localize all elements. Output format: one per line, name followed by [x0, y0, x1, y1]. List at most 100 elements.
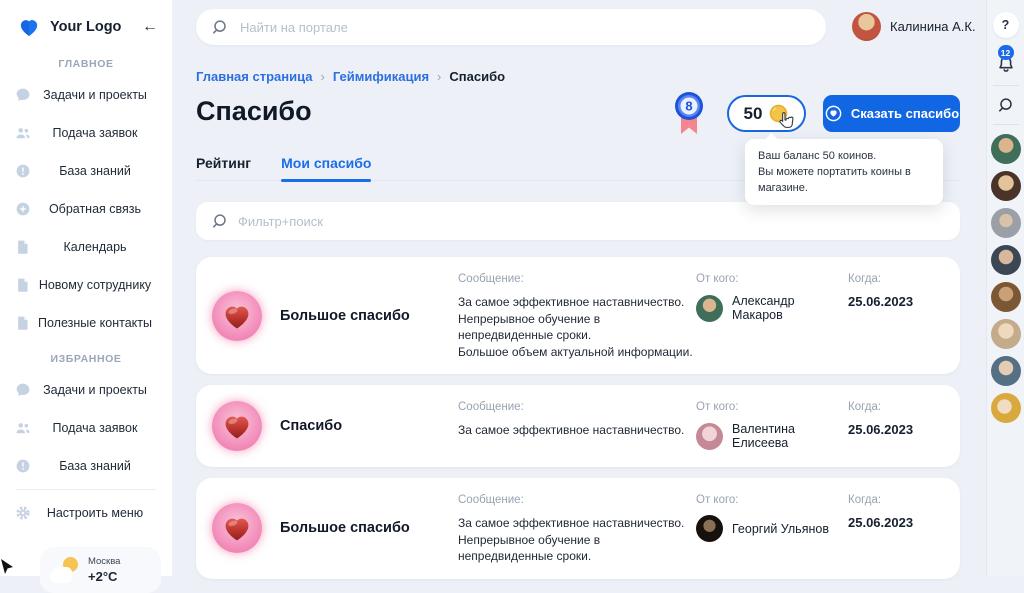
nav-main: Задачи и проекты Подача заявок База знан…	[0, 76, 172, 342]
sidebar-item-menu-settings[interactable]: Настроить меню	[0, 494, 172, 532]
rail-divider	[992, 124, 1019, 125]
weather-widget[interactable]: Москва +2°C	[40, 547, 161, 593]
sidebar: Your Logo ← ГЛАВНОЕ Задачи и проекты Под…	[0, 0, 172, 593]
sidebar-item-tasks[interactable]: Задачи и проекты	[0, 76, 172, 114]
chat-icon	[14, 381, 32, 399]
plus-circle-icon	[14, 200, 32, 218]
message-label: Сообщение:	[458, 494, 524, 506]
breadcrumb-current: Спасибо	[449, 69, 506, 84]
tab-my-thanks[interactable]: Мои спасибо	[281, 155, 372, 182]
current-user-avatar[interactable]	[852, 12, 881, 41]
search-icon	[213, 214, 226, 228]
message-line: Непрерывное обучение в непредвиденные ср…	[458, 311, 601, 343]
when-label: Когда:	[848, 401, 882, 413]
award-badge-value: 8	[685, 99, 692, 114]
sender-avatar[interactable]	[696, 515, 723, 542]
message-line: За самое эффективное наставничество.	[458, 423, 685, 437]
people-icon	[14, 124, 32, 142]
help-button[interactable]: ?	[992, 12, 1019, 38]
message-label: Сообщение:	[458, 273, 524, 285]
breadcrumb-gamification[interactable]: Геймификация	[333, 69, 429, 84]
sidebar-fav-knowledge[interactable]: База знаний	[0, 447, 172, 485]
sender-name: Валентина Елисеева	[732, 422, 796, 450]
search-icon	[213, 20, 226, 34]
nav-favorites: Задачи и проекты Подача заявок База знан…	[0, 371, 172, 485]
coin-balance-value: 50	[743, 103, 763, 123]
chevron-right-icon: ›	[320, 69, 325, 84]
message-line: Непрерывное обучение в непредвиденные ср…	[458, 532, 601, 564]
sidebar-collapse-icon[interactable]: ←	[142, 18, 158, 36]
thanks-card[interactable]: Большое спасибо Сообщение: За самое эффе…	[196, 257, 960, 374]
contact-avatar[interactable]	[990, 319, 1021, 349]
portal-search-input[interactable]	[196, 9, 826, 45]
right-rail: ? 12	[986, 0, 1024, 576]
sender-name: Александр Макаров	[732, 294, 795, 322]
help-icon: ?	[1001, 18, 1010, 32]
notifications-button[interactable]: 12	[995, 45, 1017, 76]
from-label: От кого:	[696, 273, 739, 285]
page-title: Спасибо	[196, 96, 312, 126]
from-label: От кого:	[696, 401, 739, 413]
info-icon	[14, 162, 32, 180]
chat-icon	[14, 86, 32, 104]
when-label: Когда:	[848, 494, 882, 506]
thanks-card[interactable]: Большое спасибо Сообщение: За самое эффе…	[196, 478, 960, 579]
sidebar-fav-requests[interactable]: Подача заявок	[0, 409, 172, 447]
heart-badge-icon	[212, 290, 262, 341]
say-thanks-button[interactable]: Сказать спасибо	[823, 95, 960, 132]
thanks-card[interactable]: Спасибо Сообщение: За самое эффективное …	[196, 385, 960, 467]
section-label-main: ГЛАВНОЕ	[58, 58, 114, 70]
thanks-list: Большое спасибо Сообщение: За самое эффе…	[196, 257, 960, 579]
sun-cloud-icon	[50, 557, 80, 583]
mouse-cursor-artifact-icon	[1, 559, 13, 574]
heart-badge-icon	[212, 503, 262, 554]
sidebar-item-requests[interactable]: Подача заявок	[0, 114, 172, 152]
contact-avatar[interactable]	[990, 208, 1021, 238]
current-user[interactable]: Калинина А.К.	[852, 12, 976, 41]
people-icon	[14, 419, 32, 437]
chevron-right-icon: ›	[437, 69, 442, 84]
thanks-date: 25.06.2023	[848, 422, 914, 437]
sidebar-item-contacts[interactable]: Полезные контакты	[0, 304, 172, 342]
tooltip-line-1: Ваш баланс 50 коинов.	[758, 150, 877, 162]
heart-badge-icon	[212, 401, 262, 451]
sidebar-divider	[16, 489, 156, 490]
sidebar-item-newcomer[interactable]: Новому сотруднику	[0, 266, 172, 304]
thanks-title: Большое спасибо	[280, 307, 410, 324]
thanks-title: Большое спасибо	[280, 520, 410, 537]
document-icon	[14, 314, 32, 332]
say-thanks-label: Сказать спасибо	[850, 106, 960, 121]
rail-divider	[992, 85, 1019, 86]
weather-temperature: +2°C	[88, 569, 118, 584]
document-icon	[14, 238, 32, 256]
coin-balance-pill[interactable]: 50	[727, 95, 806, 132]
balance-tooltip: Ваш баланс 50 коинов. Вы можете портатит…	[745, 133, 943, 205]
document-icon	[14, 276, 32, 294]
contact-avatar[interactable]	[990, 393, 1021, 423]
sender-name: Георгий Ульянов	[732, 521, 829, 536]
sidebar-item-feedback[interactable]: Обратная связь	[0, 190, 172, 228]
sender-avatar[interactable]	[696, 294, 723, 322]
award-ribbon-badge[interactable]: 8	[672, 91, 706, 141]
brand-heart-icon	[20, 20, 38, 36]
info-icon	[14, 457, 32, 475]
filter-search	[196, 202, 960, 240]
contact-avatar[interactable]	[990, 356, 1021, 386]
sidebar-item-calendar[interactable]: Календарь	[0, 228, 172, 266]
breadcrumb-home[interactable]: Главная страница	[196, 69, 312, 84]
tooltip-caret	[765, 133, 778, 146]
contact-avatar[interactable]	[990, 134, 1021, 164]
thanks-date: 25.06.2023	[848, 515, 914, 530]
sidebar-item-knowledge[interactable]: База знаний	[0, 152, 172, 190]
thanks-title: Спасибо	[280, 418, 343, 434]
contact-avatar[interactable]	[990, 282, 1021, 312]
rail-search-icon[interactable]	[996, 95, 1016, 115]
sender-avatar[interactable]	[696, 422, 723, 450]
tab-rating[interactable]: Рейтинг	[196, 155, 251, 180]
filter-search-input[interactable]	[196, 202, 960, 240]
contact-avatar[interactable]	[990, 171, 1021, 201]
contact-avatar[interactable]	[990, 245, 1021, 275]
tooltip-line-2: Вы можете портатить коины в магазине.	[758, 166, 911, 194]
sidebar-fav-tasks[interactable]: Задачи и проекты	[0, 371, 172, 409]
from-label: От кого:	[696, 494, 739, 506]
